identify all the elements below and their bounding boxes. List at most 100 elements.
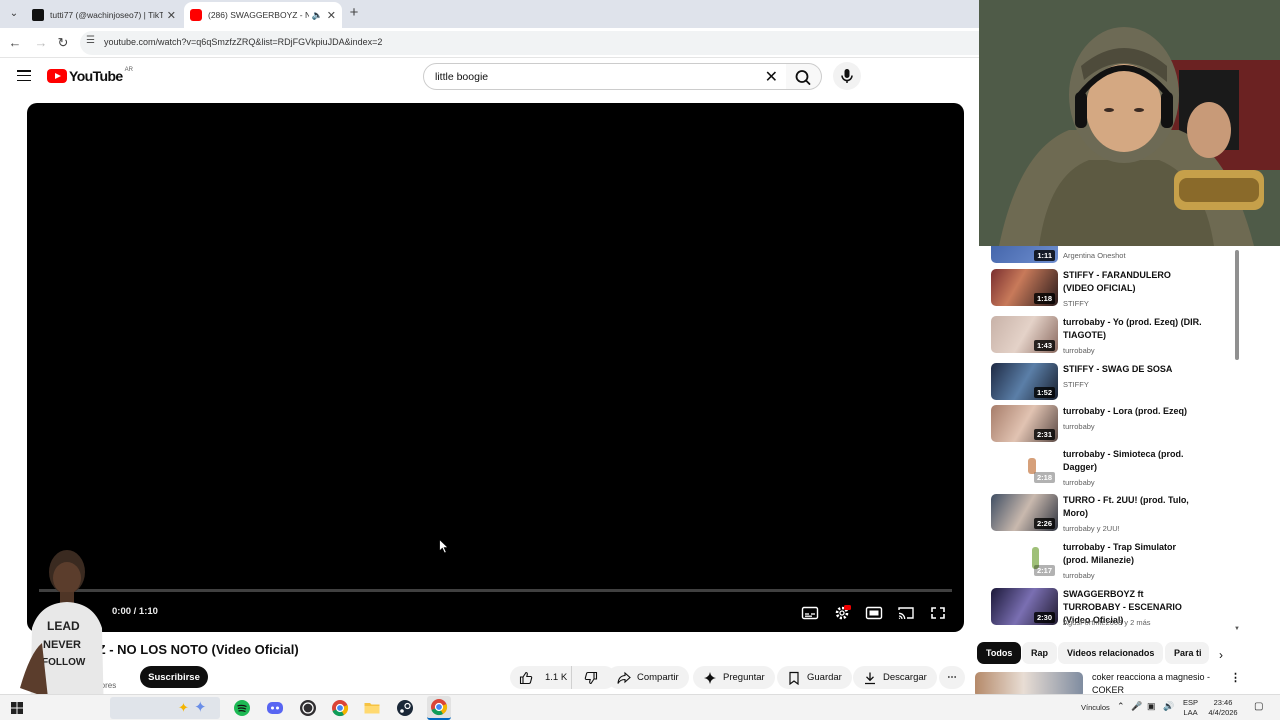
video-thumbnail[interactable]: 2:17	[991, 541, 1058, 578]
chips-next-chevron-icon[interactable]: ›	[1219, 648, 1223, 662]
video-title[interactable]: turrobaby - Yo (prod. Ezeq) (DIR. TIAGOT…	[1063, 316, 1203, 342]
ask-button[interactable]: Preguntar	[693, 666, 775, 689]
video-thumbnail[interactable]: 1:43	[991, 316, 1058, 353]
obs-icon[interactable]	[299, 699, 317, 717]
microphone-icon[interactable]: 🎤	[1131, 701, 1142, 712]
share-button[interactable]: Compartir	[607, 666, 689, 689]
download-label: Descargar	[883, 672, 927, 683]
tab-youtube[interactable]: (286) SWAGGERBOYZ - NO LOS NOTO 🔈 ✕	[184, 2, 342, 28]
language-code: ESP	[1183, 698, 1199, 707]
video-thumbnail[interactable]: 2:31	[991, 405, 1058, 442]
chip-todos[interactable]: Todos	[977, 642, 1022, 664]
forward-arrow-icon[interactable]: →	[32, 34, 50, 52]
links-toolbar-label[interactable]: Vínculos	[1081, 703, 1110, 712]
video-thumbnail[interactable]: 2:18	[991, 448, 1058, 485]
list-item[interactable]: 1:43 turrobaby - Yo (prod. Ezeq) (DIR. T…	[991, 316, 1241, 360]
video-thumbnail[interactable]: 1:52	[991, 363, 1058, 400]
spotify-icon[interactable]	[233, 699, 251, 717]
list-item[interactable]: 2:30 SWAGGERBOYZ ft TURROBABY - ESCENARI…	[991, 588, 1241, 632]
scroll-down-arrow-icon[interactable]: ▼	[1234, 626, 1240, 632]
streamer-webcam-image	[979, 0, 1280, 246]
list-item[interactable]: 2:31 turrobaby - Lora (prod. Ezeq) turro…	[991, 405, 1241, 447]
site-info-icon[interactable]: ☰	[86, 35, 95, 46]
channel-name: turrobaby	[1063, 478, 1095, 487]
chip-videos-relacionados[interactable]: Videos relacionados	[1058, 642, 1164, 664]
more-options-icon[interactable]: ⋮	[1230, 671, 1241, 684]
notifications-icon[interactable]: ▢	[1254, 701, 1263, 712]
thumbs-down-icon	[584, 671, 598, 684]
like-button[interactable]: 1.1 K	[510, 666, 572, 689]
speaker-icon[interactable]: 🔈	[312, 10, 323, 21]
tab-tiktok[interactable]: tutti77 (@wachinjoseo7) | TikTok ✕	[26, 2, 182, 28]
sidebar-scrollbar[interactable]: ▼	[1234, 246, 1240, 632]
duration-badge: 1:52	[1033, 387, 1055, 398]
video-title[interactable]: TURRO - Ft. 2UU! (prod. Tulo, Moro)	[1063, 494, 1203, 520]
youtube-play-logo-icon	[47, 69, 67, 83]
network-icon[interactable]: ▣	[1147, 701, 1156, 712]
voice-search-button[interactable]	[833, 62, 861, 90]
tab-list-chevron-icon[interactable]: ⌄	[4, 5, 24, 23]
cast-icon[interactable]	[897, 605, 915, 621]
video-thumbnail[interactable]: 2:26	[991, 494, 1058, 531]
input-language[interactable]: ESP LAA	[1183, 698, 1198, 718]
volume-icon[interactable]: 🔊	[1163, 701, 1174, 712]
clear-search-icon[interactable]: ✕	[765, 67, 778, 87]
country-code: AR	[124, 67, 133, 73]
list-item[interactable]: 1:11 Argentina Oneshot	[991, 246, 1241, 266]
search-input[interactable]: little boogie ✕	[423, 63, 787, 90]
steam-icon[interactable]	[396, 699, 414, 717]
tray-chevron-up-icon[interactable]: ⌃	[1117, 701, 1125, 712]
video-title[interactable]: STIFFY - SWAG DE SOSA	[1063, 363, 1203, 376]
subscribe-button[interactable]: Suscribirse	[140, 666, 208, 688]
clock[interactable]: 23:46 4/4/2026	[1205, 698, 1241, 718]
progress-bar[interactable]	[39, 589, 952, 592]
file-explorer-icon[interactable]	[363, 699, 381, 717]
video-title[interactable]: STIFFY - FARANDULERO (VIDEO OFICIAL)	[1063, 269, 1203, 295]
filter-chips: Todos Rap Videos relacionados Para ti	[975, 642, 1240, 664]
subtitles-icon[interactable]	[801, 605, 819, 621]
video-title[interactable]: turrobaby - Simioteca (prod. Dagger)	[1063, 448, 1203, 474]
channel-name: Argentina Oneshot	[1063, 251, 1126, 260]
search-button[interactable]	[786, 63, 822, 90]
back-arrow-icon[interactable]: ←	[6, 34, 24, 52]
video-title[interactable]: turrobaby - Lora (prod. Ezeq)	[1063, 405, 1203, 418]
settings-gear-icon[interactable]	[833, 605, 851, 621]
sparkle-icon	[704, 671, 716, 684]
more-actions-icon[interactable]: ⋯	[939, 666, 965, 689]
chip-para-ti[interactable]: Para ti	[1165, 642, 1209, 664]
fullscreen-icon[interactable]	[929, 605, 947, 621]
video-thumbnail[interactable]: 2:30	[991, 588, 1058, 625]
video-thumbnail[interactable]: 1:11	[991, 246, 1058, 263]
list-item[interactable]: 2:17 turrobaby - Trap Simulator (prod. M…	[991, 541, 1241, 585]
channel-name: turrobaby y 2UU!	[1063, 524, 1120, 533]
list-item[interactable]: 1:52 STIFFY - SWAG DE SOSA STIFFY	[991, 363, 1241, 403]
new-tab-plus-icon[interactable]: +	[346, 4, 362, 22]
youtube-logo[interactable]: YouTube AR	[47, 67, 133, 84]
list-item[interactable]: 2:26 TURRO - Ft. 2UU! (prod. Tulo, Moro)…	[991, 494, 1241, 538]
close-tab-icon[interactable]: ✕	[167, 9, 176, 22]
avatar-shirt-text-follow: FOLLOW	[42, 657, 86, 668]
menu-icon[interactable]	[17, 70, 31, 82]
theater-mode-icon[interactable]	[865, 605, 883, 621]
taskbar-search-box[interactable]: ✦ ✦	[110, 697, 220, 719]
like-dislike-group: 1.1 K	[510, 666, 616, 689]
discord-icon[interactable]	[266, 699, 284, 717]
chip-rap[interactable]: Rap	[1022, 642, 1058, 664]
video-player[interactable]: 0:00 / 1:10	[27, 103, 964, 632]
download-button[interactable]: Descargar	[853, 666, 937, 689]
time-display: 0:00 / 1:10	[112, 606, 158, 617]
save-button[interactable]: Guardar	[777, 666, 852, 689]
close-tab-icon[interactable]: ✕	[327, 9, 336, 22]
address-bar[interactable]: ☰ youtube.com/watch?v=q6qSmzfzZRQ&list=R…	[80, 31, 980, 55]
video-title[interactable]: turrobaby - Trap Simulator (prod. Milane…	[1063, 541, 1203, 567]
video-thumbnail[interactable]: 1:18	[991, 269, 1058, 306]
chrome-active-task[interactable]	[427, 696, 451, 720]
reload-icon[interactable]: ↻	[54, 34, 72, 52]
url-text: youtube.com/watch?v=q6qSmzfzZRQ&list=RDj…	[104, 37, 383, 47]
windows-start-icon[interactable]	[8, 699, 26, 717]
chrome-icon[interactable]	[331, 699, 349, 717]
list-item[interactable]: 1:18 STIFFY - FARANDULERO (VIDEO OFICIAL…	[991, 269, 1241, 313]
youtube-header: YouTube AR little boogie ✕	[0, 58, 980, 98]
scrollbar-thumb[interactable]	[1235, 250, 1239, 360]
list-item[interactable]: 2:18 turrobaby - Simioteca (prod. Dagger…	[991, 448, 1241, 492]
